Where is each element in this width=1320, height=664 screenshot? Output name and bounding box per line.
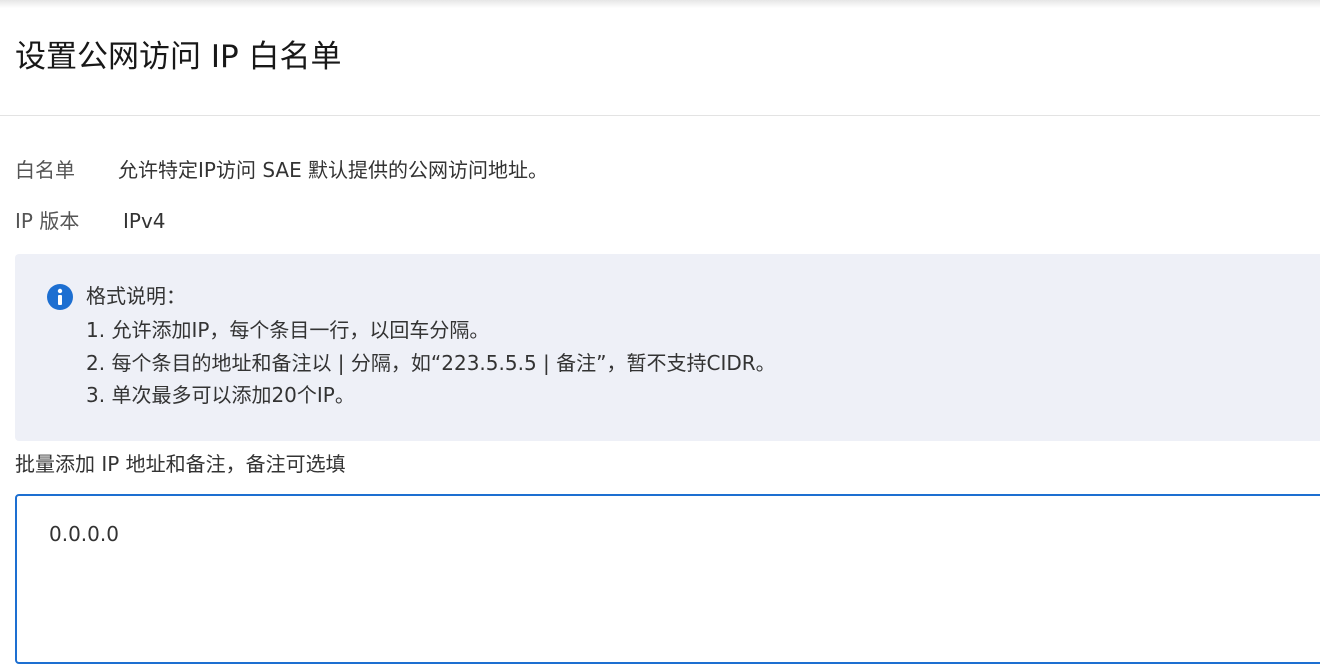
ip-input-label: 批量添加 IP 地址和备注，备注可选填: [15, 452, 346, 476]
whitelist-value: 允许特定IP访问 SAE 默认提供的公网访问地址。: [118, 158, 549, 182]
whitelist-label: 白名单: [15, 158, 75, 182]
ip-version-row: IP 版本 IPv4: [15, 207, 166, 235]
notice-item: 1. 允许添加IP，每个条目一行，以回车分隔。: [86, 318, 490, 342]
notice-item: 3. 单次最多可以添加20个IP。: [86, 383, 355, 407]
notice-item: 2. 每个条目的地址和备注以 | 分隔，如“223.5.5.5 | 备注”，暂不…: [86, 350, 776, 375]
ip-list-textarea[interactable]: 0.0.0.0: [15, 494, 1320, 664]
ip-version-value: IPv4: [123, 209, 166, 233]
ip-version-label: IP 版本: [15, 209, 80, 233]
notice-title: 格式说明：: [86, 284, 186, 308]
info-icon: [47, 284, 73, 310]
format-notice: 格式说明： 1. 允许添加IP，每个条目一行，以回车分隔。 2. 每个条目的地址…: [15, 254, 1320, 441]
dialog-header: 设置公网访问 IP 白名单: [0, 0, 1320, 116]
notice-list: 1. 允许添加IP，每个条目一行，以回车分隔。 2. 每个条目的地址和备注以 |…: [86, 314, 776, 412]
page-title: 设置公网访问 IP 白名单: [15, 39, 342, 75]
whitelist-row: 白名单 允许特定IP访问 SAE 默认提供的公网访问地址。: [15, 156, 548, 184]
